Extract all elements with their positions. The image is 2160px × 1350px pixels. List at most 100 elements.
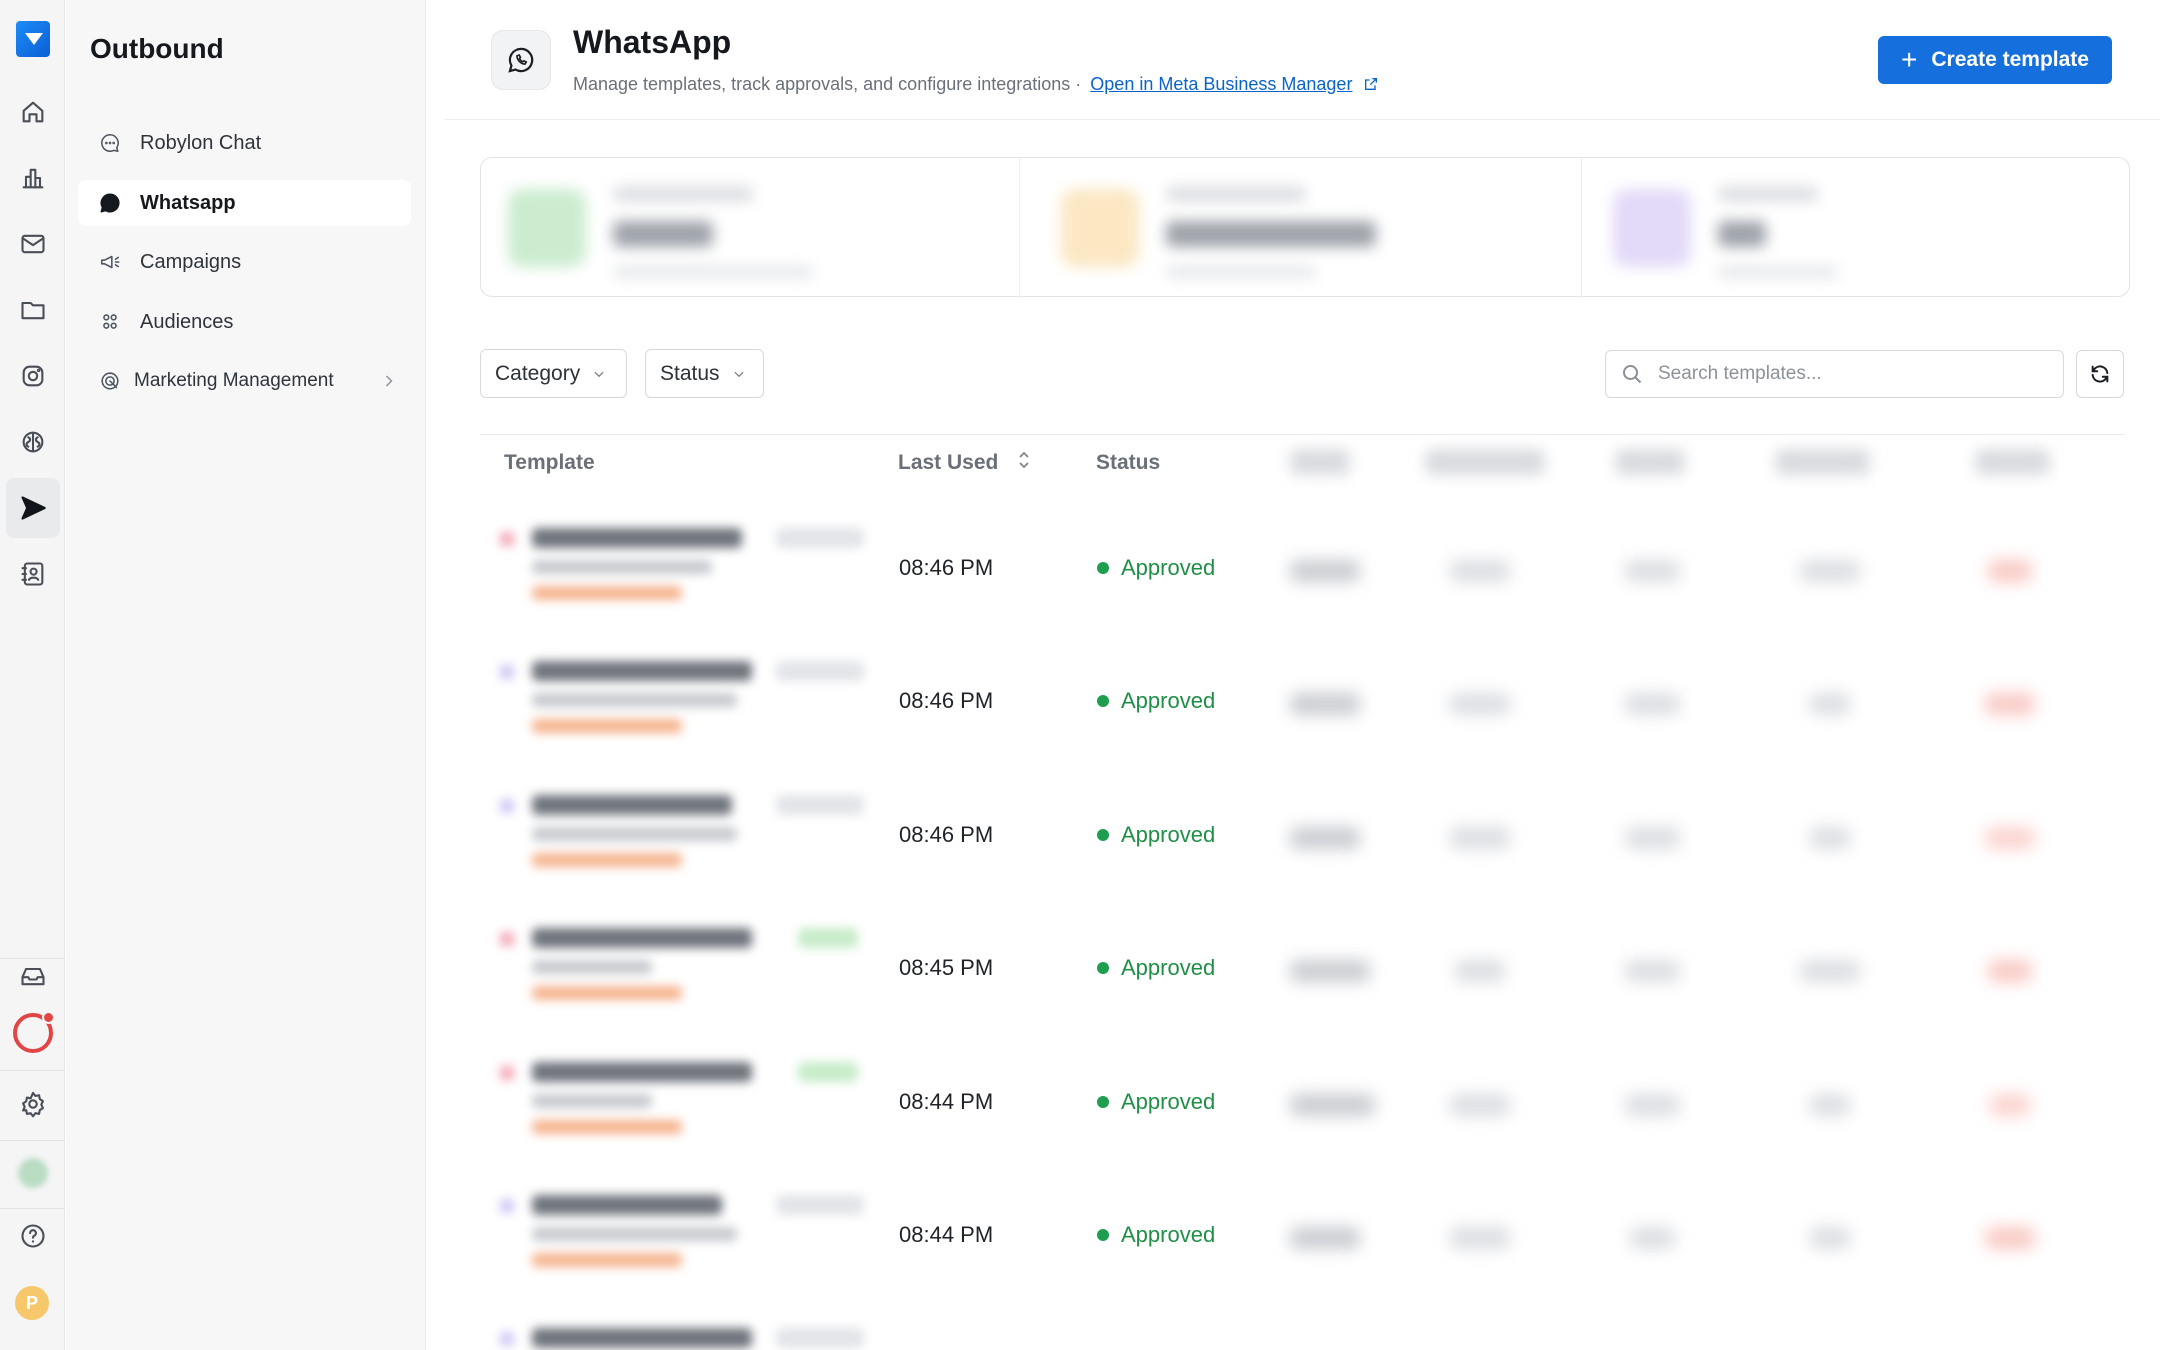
search-box[interactable] xyxy=(1605,350,2064,398)
template-cell-blurred xyxy=(498,924,878,1014)
sidebar-item-marketing-management[interactable]: Marketing Management xyxy=(78,358,411,404)
brain-icon[interactable] xyxy=(13,422,53,462)
refresh-button[interactable] xyxy=(2076,350,2124,398)
sidebar-title: Outbound xyxy=(90,33,224,64)
external-link-icon[interactable] xyxy=(1363,76,1379,92)
whatsapp-logo-icon xyxy=(491,30,551,90)
sidebar-item-robylon-chat[interactable]: Robylon Chat xyxy=(78,120,411,166)
last-used-time: 08:46 PM xyxy=(899,555,994,580)
blurred-column-header xyxy=(1425,449,1545,475)
column-header-last-used[interactable]: Last Used xyxy=(898,451,1030,475)
sort-icon[interactable] xyxy=(1018,451,1030,475)
page-header: WhatsApp Manage templates, track approva… xyxy=(445,0,2160,120)
status-label: Approved xyxy=(1121,1089,1216,1114)
users-icon xyxy=(98,310,122,334)
create-template-label: Create template xyxy=(1931,48,2089,71)
status-dot-icon xyxy=(1097,1096,1109,1108)
table-row[interactable]: 08:44 PM Approved xyxy=(480,1179,2125,1312)
refresh-icon xyxy=(2091,365,2109,383)
stat-card xyxy=(493,173,1013,283)
sidebar-item-audiences[interactable]: Audiences xyxy=(78,299,411,345)
status-label: Approved xyxy=(1121,955,1216,980)
blurred-column-header xyxy=(1290,449,1350,475)
analytics-icon[interactable] xyxy=(13,158,53,198)
status-dot-icon xyxy=(1097,829,1109,841)
table-row[interactable] xyxy=(480,1312,2125,1350)
sidebar-item-label: Marketing Management xyxy=(134,370,334,391)
instagram-icon[interactable] xyxy=(13,356,53,396)
create-template-button[interactable]: + Create template xyxy=(1878,36,2112,84)
status-badge: Approved xyxy=(1097,955,1215,981)
folder-icon[interactable] xyxy=(13,290,53,330)
settings-icon[interactable] xyxy=(13,1084,53,1124)
status-filter-label: Status xyxy=(660,361,720,385)
app-logo[interactable] xyxy=(16,21,50,57)
status-label: Approved xyxy=(1121,555,1216,580)
template-cell-blurred xyxy=(498,1324,878,1350)
sidebar-item-label: Audiences xyxy=(140,310,234,333)
chevron-right-icon[interactable] xyxy=(379,371,399,391)
last-used-time: 08:44 PM xyxy=(899,1222,994,1247)
status-dot-icon xyxy=(1097,962,1109,974)
page-title: WhatsApp xyxy=(573,24,732,60)
last-used-time: 08:44 PM xyxy=(899,1089,994,1114)
megaphone-icon xyxy=(98,250,122,274)
table-row[interactable]: 08:44 PM Approved xyxy=(480,1046,2125,1179)
stats-cards xyxy=(480,157,2130,298)
stat-card xyxy=(1046,173,1566,283)
column-header-template[interactable]: Template xyxy=(504,451,595,475)
page-subtitle: Manage templates, track approvals, and c… xyxy=(573,74,1379,95)
status-badge: Approved xyxy=(1097,688,1215,714)
template-cell-blurred xyxy=(498,1191,878,1281)
sidebar-item-campaigns[interactable]: Campaigns xyxy=(78,239,411,285)
status-dot-icon xyxy=(1097,1229,1109,1241)
status-dot-icon xyxy=(1097,695,1109,707)
sidebar-item-whatsapp[interactable]: Whatsapp xyxy=(78,180,411,226)
table-divider xyxy=(480,434,2125,435)
category-filter-label: Category xyxy=(495,361,581,385)
blurred-column-header xyxy=(1775,449,1870,475)
user-avatar[interactable]: P xyxy=(15,1286,49,1320)
status-filter[interactable]: Status xyxy=(645,349,764,398)
icon-rail: P xyxy=(0,0,65,1350)
status-badge: Approved xyxy=(1097,1222,1215,1248)
template-cell-blurred xyxy=(498,524,878,614)
status-badge: Approved xyxy=(1097,1089,1215,1115)
table-row[interactable]: 08:45 PM Approved xyxy=(480,912,2125,1045)
home-icon[interactable] xyxy=(13,92,53,132)
sidebar-item-label: Robylon Chat xyxy=(140,131,262,154)
help-icon[interactable] xyxy=(13,1216,53,1256)
section-sidebar: Outbound Robylon Chat Whatsapp Campaigns… xyxy=(66,0,426,1350)
sidebar-item-label: Whatsapp xyxy=(140,191,236,214)
chevron-down-icon xyxy=(732,367,746,381)
column-header-label: Last Used xyxy=(898,451,999,474)
status-badge: Approved xyxy=(1097,555,1215,581)
table-row[interactable]: 08:46 PM Approved xyxy=(480,779,2125,912)
category-filter[interactable]: Category xyxy=(480,349,627,398)
column-header-status[interactable]: Status xyxy=(1096,451,1160,475)
search-input[interactable] xyxy=(1658,363,2038,385)
marketing-icon xyxy=(98,369,122,393)
status-label: Approved xyxy=(1121,688,1216,713)
workspace-badge[interactable] xyxy=(18,1158,48,1188)
table-row[interactable]: 08:46 PM Approved xyxy=(480,512,2125,645)
chat-bubble-icon xyxy=(98,131,122,155)
inbox-icon[interactable] xyxy=(13,956,53,996)
status-badge: Approved xyxy=(1097,822,1215,848)
status-dot-icon xyxy=(1097,562,1109,574)
status-label: Approved xyxy=(1121,1222,1216,1247)
send-icon[interactable] xyxy=(6,478,60,538)
whatsapp-icon xyxy=(98,191,122,215)
blurred-column-header xyxy=(1615,449,1685,475)
blurred-column-header xyxy=(1975,449,2050,475)
meta-business-manager-link[interactable]: Open in Meta Business Manager xyxy=(1090,74,1352,94)
table-row[interactable]: 08:46 PM Approved xyxy=(480,645,2125,778)
subtitle-text: Manage templates, track approvals, and c… xyxy=(573,74,1082,94)
template-cell-blurred xyxy=(498,657,878,747)
status-label: Approved xyxy=(1121,822,1216,847)
contacts-icon[interactable] xyxy=(13,554,53,594)
mail-icon[interactable] xyxy=(13,224,53,264)
plus-icon: + xyxy=(1901,44,1918,75)
template-cell-blurred xyxy=(498,791,878,881)
status-ring-icon[interactable] xyxy=(13,1011,55,1053)
